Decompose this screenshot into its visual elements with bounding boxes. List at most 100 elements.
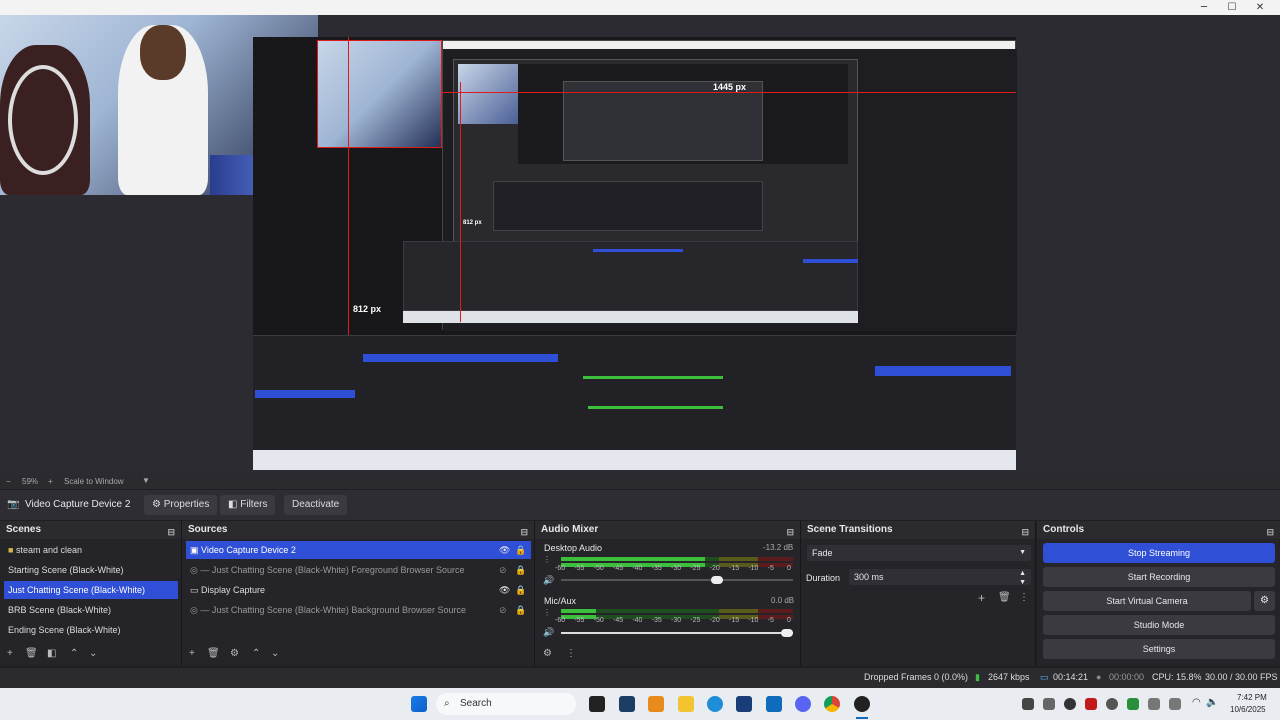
dock-float-icon[interactable]: ⊟	[520, 523, 528, 541]
volume-track[interactable]	[561, 579, 793, 581]
dock-float-icon[interactable]: ⊟	[786, 523, 794, 541]
steam-icon[interactable]	[619, 696, 635, 712]
gear-icon: ⚙	[152, 499, 161, 510]
mixer-menu-icon[interactable]: ⋮	[566, 648, 576, 659]
maximize-button[interactable]: ☐	[1218, 0, 1246, 15]
spin-down-icon[interactable]: ▼	[1019, 575, 1026, 591]
start-virtual-camera-button[interactable]: Start Virtual Camera	[1043, 591, 1251, 611]
transition-select[interactable]: Fade ▼	[807, 545, 1031, 561]
store-icon[interactable]	[736, 696, 752, 712]
discord-icon[interactable]	[795, 696, 811, 712]
move-up-icon[interactable]: ⌃	[70, 648, 78, 659]
record-time: 00:00:00	[1109, 672, 1145, 682]
task-view-icon[interactable]	[589, 696, 605, 712]
studio-mode-button[interactable]: Studio Mode	[1043, 615, 1275, 635]
add-source-icon[interactable]: +	[189, 648, 195, 659]
channel-menu-icon[interactable]: ⋮	[543, 608, 551, 617]
obs-icon[interactable]	[854, 696, 870, 712]
speaker-icon[interactable]: 🔊	[543, 627, 554, 638]
start-recording-button[interactable]: Start Recording	[1043, 567, 1275, 587]
outlook-icon[interactable]	[766, 696, 782, 712]
duration-input[interactable]: 300 ms ▲ ▼	[849, 569, 1031, 586]
scene-item[interactable]: ■ steam and clean	[4, 541, 178, 559]
zoom-in-icon[interactable]: +	[48, 477, 53, 486]
meter-tick-label: -45	[613, 565, 624, 572]
dock-float-icon[interactable]: ⊟	[1021, 523, 1029, 541]
tray-icon[interactable]	[1106, 698, 1118, 710]
copilot-icon[interactable]	[648, 696, 664, 712]
tray-icon[interactable]	[1148, 698, 1160, 710]
chrome-icon[interactable]	[824, 696, 840, 712]
source-item[interactable]: ◎ — Just Chatting Scene (Black-White) Fo…	[186, 561, 531, 579]
close-button[interactable]: ✕	[1246, 0, 1274, 15]
remove-scene-icon[interactable]: 🗑	[25, 648, 38, 659]
source-item[interactable]: ◎ — Just Chatting Scene (Black-White) Ba…	[186, 601, 531, 619]
tray-icon[interactable]	[1169, 698, 1181, 710]
add-scene-icon[interactable]: +	[7, 648, 13, 659]
eye-icon[interactable]: 👁	[499, 545, 510, 556]
preview-area[interactable]: 1445 px 812 px 812 px	[0, 15, 1280, 475]
tray-icon[interactable]	[1127, 698, 1139, 710]
mixer-settings-icon[interactable]: ⚙	[543, 648, 552, 659]
minimize-button[interactable]: ─	[1190, 0, 1218, 15]
move-up-icon[interactable]: ⌃	[252, 648, 260, 659]
move-down-icon[interactable]: ⌄	[271, 648, 279, 659]
scale-mode[interactable]: Scale to Window	[64, 477, 124, 486]
stop-streaming-button[interactable]: Stop Streaming	[1043, 543, 1275, 563]
eye-icon[interactable]: 👁	[499, 585, 510, 596]
virtual-camera-gear-icon[interactable]: ⚙	[1254, 591, 1275, 611]
scale-dropdown-icon[interactable]: ▼	[142, 476, 150, 485]
source-item[interactable]: ▭ Display Capture	[186, 581, 531, 599]
audio-mixer-dock: Audio Mixer ⊟ Desktop Audio -13.2 dB ⋮ -6…	[535, 521, 801, 666]
scene-item-selected[interactable]: Just Chatting Scene (Black-White)	[4, 581, 178, 599]
volume-knob[interactable]	[781, 629, 793, 637]
dock-float-icon[interactable]: ⊟	[1266, 523, 1274, 541]
tray-icon[interactable]	[1022, 698, 1034, 710]
speaker-icon[interactable]: 🔊	[543, 575, 554, 586]
filters-button[interactable]: ◧ Filters	[220, 495, 276, 515]
zoom-out-icon[interactable]: −	[6, 477, 11, 486]
volume-track[interactable]	[561, 632, 793, 634]
lock-icon[interactable]: 🔒	[515, 605, 526, 616]
preview-canvas[interactable]: 1445 px 812 px 812 px	[253, 37, 1017, 470]
wifi-icon[interactable]: ◠	[1192, 697, 1201, 708]
eye-hidden-icon[interactable]: ⊘	[499, 565, 507, 576]
meter-tick-label: -5	[767, 617, 774, 624]
volume-knob[interactable]	[711, 576, 724, 584]
filter-scene-icon[interactable]: ◧	[47, 648, 56, 659]
scene-item[interactable]: Starting Scene (Black-White)	[4, 561, 178, 579]
settings-button[interactable]: Settings	[1043, 639, 1275, 659]
tray-icon[interactable]	[1085, 698, 1097, 710]
scene-item[interactable]: Ending Scene (Black-White)	[4, 621, 178, 639]
windows-start-icon[interactable]	[411, 696, 427, 712]
tray-icon[interactable]	[1043, 698, 1055, 710]
lock-icon[interactable]: 🔒	[515, 585, 526, 596]
lock-icon[interactable]: 🔒	[515, 545, 526, 556]
transition-menu-icon[interactable]: ⋮	[1019, 592, 1029, 603]
channel-menu-icon[interactable]: ⋮	[543, 555, 551, 564]
remove-transition-icon[interactable]: 🗑	[998, 592, 1011, 603]
lock-icon[interactable]: 🔒	[515, 565, 526, 576]
dock-float-icon[interactable]: ⊟	[167, 523, 175, 541]
clock-date[interactable]: 10/6/2025	[1230, 705, 1266, 714]
edge-icon[interactable]	[707, 696, 723, 712]
clock-time[interactable]: 7:42 PM	[1237, 693, 1267, 702]
properties-button[interactable]: ⚙ Properties	[144, 495, 218, 515]
scene-item[interactable]: BRB Scene (Black-White)	[4, 601, 178, 619]
scene-label: BRB Scene (Black-White)	[8, 605, 112, 615]
search-box[interactable]: ⌕ Search	[436, 693, 576, 715]
stream-time: 00:14:21	[1053, 672, 1089, 682]
eye-hidden-icon[interactable]: ⊘	[499, 605, 507, 616]
remove-source-icon[interactable]: 🗑	[207, 648, 220, 659]
source-item-selected[interactable]: ▣ Video Capture Device 2	[186, 541, 531, 559]
sources-header: Sources ⊟	[182, 521, 534, 539]
deactivate-button[interactable]: Deactivate	[284, 495, 348, 515]
zoom-level: 59%	[22, 477, 39, 486]
tray-icon[interactable]	[1064, 698, 1076, 710]
add-transition-icon[interactable]: +	[978, 591, 985, 605]
source-label: Just Chatting Scene (Black-White) Foregr…	[211, 565, 465, 575]
volume-icon[interactable]: 🔈	[1206, 697, 1218, 708]
source-settings-icon[interactable]: ⚙	[230, 648, 239, 659]
move-down-icon[interactable]: ⌄	[89, 648, 97, 659]
file-explorer-icon[interactable]	[678, 696, 694, 712]
